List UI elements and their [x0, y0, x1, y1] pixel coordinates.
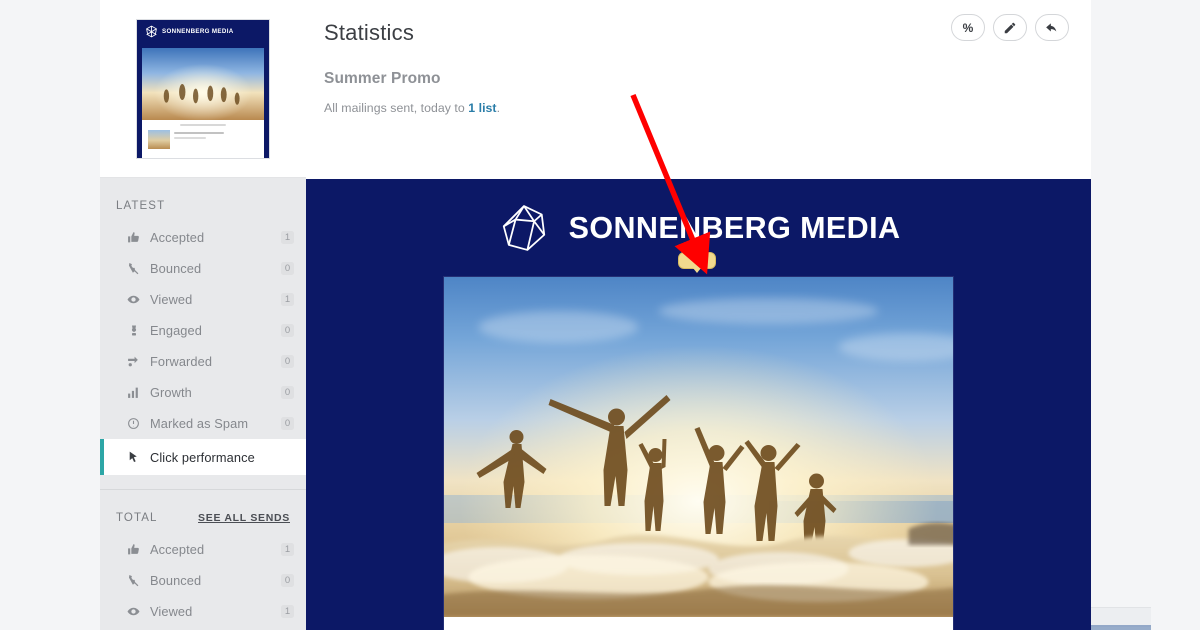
sidebar-total-item-accepted[interactable]: Accepted 1 — [100, 534, 306, 565]
see-all-sends-link[interactable]: SEE ALL SENDS — [198, 512, 290, 524]
sidebar-item-engaged[interactable]: Engaged 0 — [100, 315, 306, 346]
magnet-icon — [126, 324, 141, 338]
thumbnail-hero-image — [142, 47, 264, 120]
total-section-header: TOTAL SEE ALL SENDS — [100, 490, 306, 534]
scroll-nub[interactable] — [1091, 607, 1151, 627]
campaign-thumbnail-pane[interactable]: SONNENBERG MEDIA — [100, 0, 306, 177]
campaign-subtitle: All mailings sent, today to 1 list. — [324, 101, 1065, 115]
sidebar-item-label: Click performance — [150, 449, 255, 465]
sidebar-total-item-bounced[interactable]: Bounced 0 — [100, 565, 306, 596]
campaign-thumbnail[interactable]: SONNENBERG MEDIA — [136, 18, 270, 159]
sidebar-total-item-viewed[interactable]: Viewed 1 — [100, 596, 306, 627]
sidebar-item-count: 0 — [281, 324, 294, 337]
faceted-globe-logo-icon — [146, 25, 157, 38]
reply-button[interactable] — [1035, 14, 1069, 41]
sidebar-item-count: 0 — [281, 386, 294, 399]
eye-icon — [126, 293, 141, 307]
sidebar-item-count: 0 — [281, 574, 294, 587]
sidebar-item-label: Accepted — [150, 542, 205, 557]
percent-button[interactable]: % — [951, 14, 985, 41]
email-brand-text: SONNENBERG MEDIA — [568, 210, 901, 245]
sidebar-item-label: Engaged — [150, 323, 202, 338]
sidebar-item-marked-as-spam[interactable]: Marked as Spam 0 — [100, 408, 306, 439]
app-root: SONNENBERG MEDIA LATEST Accepted 1 Bounc… — [0, 0, 1200, 630]
sidebar-item-click-performance[interactable]: Click performance — [100, 439, 306, 475]
statistics-nav: LATEST Accepted 1 Bounced 0 Viewed 1 Eng… — [100, 178, 306, 630]
sidebar-item-bounced[interactable]: Bounced 0 — [100, 253, 306, 284]
thumbs-up-icon — [126, 231, 141, 245]
phone-down-icon — [126, 574, 141, 588]
reply-arrow-icon — [1046, 22, 1057, 31]
thumbnail-item-text — [174, 130, 258, 139]
list-link[interactable]: 1 list — [468, 101, 496, 115]
hero-image — [444, 277, 953, 617]
right-gutter — [1091, 0, 1200, 630]
thumbnail-text-block — [142, 119, 264, 158]
statistics-header: Statistics Summer Promo All mailings sen… — [306, 0, 1091, 179]
sidebar-item-label: Bounced — [150, 261, 202, 276]
sidebar-item-label: Viewed — [150, 292, 193, 307]
total-section-title: TOTAL — [116, 512, 158, 524]
sidebar-item-label: Growth — [150, 385, 192, 400]
bar-chart-icon — [126, 386, 141, 400]
thumbnail-headline-line — [179, 123, 227, 126]
faceted-globe-logo-icon — [502, 205, 545, 251]
sidebar-item-label: Marked as Spam — [150, 416, 249, 431]
percent-icon: % — [962, 20, 974, 35]
sidebar-item-label: Accepted — [150, 230, 205, 245]
sidebar-item-label: Forwarded — [150, 354, 213, 369]
header-actions: % — [951, 14, 1069, 41]
thumbnail-brand-text: SONNENBERG MEDIA — [162, 28, 234, 35]
eye-icon — [126, 605, 141, 619]
thumbnail-body — [137, 43, 269, 158]
sidebar-item-growth[interactable]: Growth 0 — [100, 377, 306, 408]
sidebar-item-count: 1 — [281, 231, 294, 244]
horizontal-scrollbar[interactable] — [1091, 625, 1151, 630]
cursor-click-icon — [126, 450, 141, 464]
thumbnail-item-image — [148, 129, 170, 149]
thumbs-up-icon — [126, 543, 141, 557]
sidebar-item-accepted[interactable]: Accepted 1 — [100, 222, 306, 253]
sidebar-item-forwarded[interactable]: Forwarded 0 — [100, 346, 306, 377]
sidebar-item-count: 1 — [281, 543, 294, 556]
subtitle-text-before: All mailings sent, today to — [324, 101, 469, 115]
sidebar-item-count: 0 — [281, 262, 294, 275]
pencil-icon — [1004, 22, 1016, 33]
sidebar-item-count: 0 — [281, 417, 294, 430]
edit-button[interactable] — [993, 14, 1027, 41]
latest-section-title: LATEST — [116, 200, 166, 212]
thumbnail-header: SONNENBERG MEDIA — [137, 19, 269, 44]
sidebar-item-count: 1 — [281, 293, 294, 306]
sidebar-item-label: Bounced — [150, 573, 202, 588]
sidebar-item-count — [281, 451, 294, 464]
sidebar-item-count: 1 — [281, 605, 294, 618]
forward-icon — [126, 355, 141, 369]
sidebar-item-label: Viewed — [150, 604, 193, 619]
sidebar-item-count: 0 — [281, 355, 294, 368]
main-content: Statistics Summer Promo All mailings sen… — [306, 0, 1091, 630]
campaign-name: Summer Promo — [324, 70, 441, 87]
email-preview: SONNENBERG MEDIA — [306, 179, 1091, 630]
click-count-badge[interactable]: 0 — [678, 252, 716, 269]
subtitle-text-after: . — [496, 101, 501, 115]
sidebar-item-viewed[interactable]: Viewed 1 — [100, 284, 306, 315]
left-gutter — [0, 0, 100, 630]
latest-section-header: LATEST — [100, 178, 306, 222]
spam-icon — [126, 417, 141, 431]
email-body — [444, 277, 953, 630]
sidebar: SONNENBERG MEDIA LATEST Accepted 1 Bounc… — [100, 0, 306, 630]
phone-down-icon — [126, 262, 141, 276]
